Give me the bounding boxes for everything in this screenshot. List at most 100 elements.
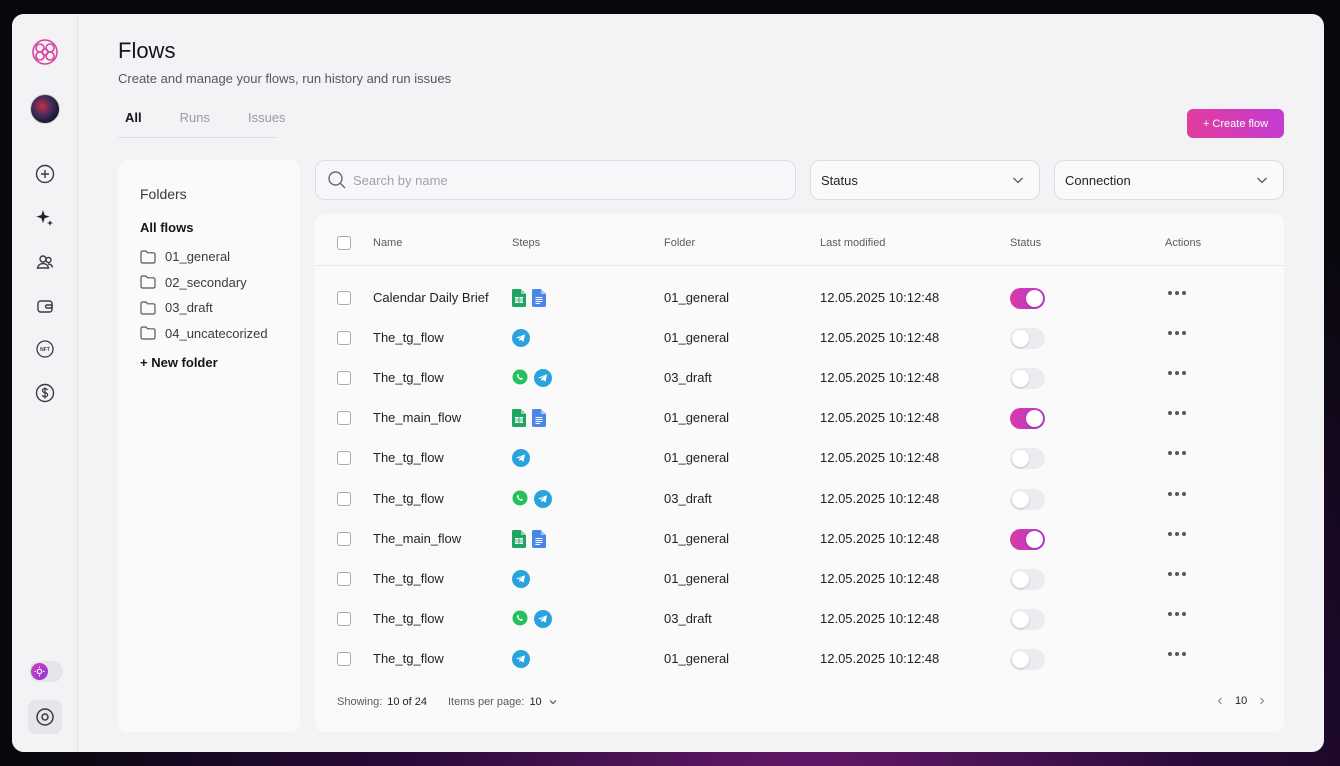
search-input[interactable] (353, 172, 773, 188)
theme-toggle-icon (31, 663, 48, 680)
dollar-icon[interactable] (31, 379, 59, 407)
flow-name[interactable]: The_tg_flow (373, 651, 444, 666)
add-circle-icon[interactable] (31, 160, 59, 188)
folder-item[interactable]: 01_general (140, 244, 268, 270)
telegram-icon (512, 329, 530, 348)
status-toggle[interactable] (1010, 488, 1045, 510)
chevron-left-icon[interactable] (1215, 696, 1225, 706)
toggle-knob (1012, 450, 1029, 468)
folder-item[interactable]: 04_uncatecorized (140, 321, 268, 347)
flow-name[interactable]: The_tg_flow (373, 491, 444, 506)
items-per-page[interactable]: Items per page: 10 (448, 696, 558, 708)
column-header-name[interactable]: Name (373, 237, 402, 249)
table-row[interactable]: The_tg_flow 01_general 12.05.2025 10:12:48 (315, 438, 1284, 478)
flow-steps (512, 529, 546, 548)
status-toggle[interactable] (1010, 288, 1045, 309)
current-page[interactable]: 10 (1235, 695, 1247, 707)
column-header-status[interactable]: Status (1010, 237, 1041, 249)
status-toggle[interactable] (1010, 528, 1045, 550)
flow-name[interactable]: Calendar Daily Brief (373, 290, 489, 305)
column-header-folder[interactable]: Folder (664, 237, 695, 249)
more-actions-icon[interactable] (1168, 651, 1186, 656)
row-checkbox[interactable] (337, 371, 351, 386)
select-all-checkbox[interactable] (337, 236, 351, 250)
flow-steps (512, 289, 546, 307)
avatar[interactable] (30, 94, 60, 124)
more-actions-icon[interactable] (1168, 371, 1186, 376)
chevron-right-icon[interactable] (1257, 696, 1267, 706)
flow-steps (512, 369, 552, 388)
toggle-knob (1026, 410, 1043, 428)
items-per-page-value[interactable]: 10 (529, 696, 541, 708)
more-actions-icon[interactable] (1168, 491, 1186, 496)
sparkles-icon[interactable] (31, 204, 59, 232)
more-actions-icon[interactable] (1168, 531, 1186, 536)
flow-name[interactable]: The_tg_flow (373, 370, 444, 385)
svg-text:NFT: NFT (40, 347, 50, 353)
row-checkbox[interactable] (337, 331, 351, 346)
flow-name[interactable]: The_main_flow (373, 410, 461, 425)
column-header-last-modified[interactable]: Last modified (820, 237, 885, 249)
status-toggle[interactable] (1010, 368, 1045, 390)
folders-panel: Folders All flows 01_general 02_secondary… (118, 160, 300, 732)
more-actions-icon[interactable] (1168, 411, 1186, 416)
folder-item[interactable]: 02_secondary (140, 270, 268, 296)
tab-issues[interactable]: Issues (241, 110, 286, 137)
status-toggle[interactable] (1010, 648, 1045, 670)
more-actions-icon[interactable] (1168, 291, 1186, 295)
status-filter-select[interactable]: Status (810, 160, 1040, 200)
wallet-icon[interactable] (31, 292, 59, 320)
flow-name[interactable]: The_main_flow (373, 531, 461, 546)
table-row[interactable]: The_tg_flow 03_draft 12.05.2025 10:12:48 (315, 599, 1284, 639)
folder-all-flows[interactable]: All flows (140, 220, 193, 235)
folder-item[interactable]: 03_draft (140, 295, 268, 321)
search-box[interactable] (315, 160, 796, 200)
table-row[interactable]: Calendar Daily Brief 01_general 12.05.2025… (315, 278, 1284, 318)
status-toggle[interactable] (1010, 448, 1045, 470)
row-checkbox[interactable] (337, 611, 351, 626)
brain-logo-icon[interactable] (29, 36, 61, 68)
table-row[interactable]: The_tg_flow 01_general 12.05.2025 10:12:48 (315, 318, 1284, 358)
users-icon[interactable] (31, 248, 59, 276)
chevron-down-icon[interactable] (548, 697, 558, 707)
flow-name[interactable]: The_tg_flow (373, 450, 444, 465)
row-checkbox[interactable] (337, 291, 351, 305)
flow-last-modified: 12.05.2025 10:12:48 (820, 570, 940, 586)
more-actions-icon[interactable] (1168, 451, 1186, 456)
flow-name[interactable]: The_tg_flow (373, 330, 444, 345)
settings-circle-icon[interactable] (28, 700, 62, 734)
status-toggle[interactable] (1010, 608, 1045, 630)
table-row[interactable]: The_tg_flow 01_general 12.05.2025 10:12:48 (315, 559, 1284, 599)
more-actions-icon[interactable] (1168, 571, 1186, 576)
table-row[interactable]: The_tg_flow 03_draft 12.05.2025 10:12:48 (315, 358, 1284, 398)
status-toggle[interactable] (1010, 328, 1045, 350)
tab-all[interactable]: All (118, 110, 142, 137)
status-toggle[interactable] (1010, 568, 1045, 590)
row-checkbox[interactable] (337, 571, 351, 586)
google-sheets-icon (512, 409, 526, 428)
new-folder-button[interactable]: + New folder (140, 355, 218, 370)
flow-folder: 03_draft (664, 370, 712, 386)
more-actions-icon[interactable] (1168, 331, 1186, 336)
row-checkbox[interactable] (337, 531, 351, 546)
flow-folder: 03_draft (664, 490, 712, 506)
table-row[interactable]: The_main_flow 01_general 12.05.2025 10:12:… (315, 519, 1284, 559)
row-checkbox[interactable] (337, 451, 351, 466)
table-row[interactable]: The_main_flow 01_general 12.05.2025 10:12:… (315, 398, 1284, 438)
tab-runs[interactable]: Runs (173, 110, 210, 137)
row-checkbox[interactable] (337, 411, 351, 426)
status-toggle[interactable] (1010, 408, 1045, 430)
create-flow-button[interactable]: + Create flow (1187, 109, 1284, 138)
flow-folder: 01_general (664, 410, 730, 426)
nft-icon[interactable]: NFT (31, 335, 59, 363)
row-checkbox[interactable] (337, 491, 351, 506)
side-rail: NFT (12, 14, 78, 752)
more-actions-icon[interactable] (1168, 611, 1186, 616)
flow-name[interactable]: The_tg_flow (373, 571, 444, 586)
flow-name[interactable]: The_tg_flow (373, 611, 444, 626)
table-row[interactable]: The_tg_flow 03_draft 12.05.2025 10:12:48 (315, 479, 1284, 519)
theme-toggle[interactable] (29, 661, 63, 682)
connection-filter-select[interactable]: Connection (1054, 160, 1284, 200)
row-checkbox[interactable] (337, 651, 351, 666)
table-row[interactable]: The_tg_flow 01_general 12.05.2025 10:12:48 (315, 639, 1284, 679)
